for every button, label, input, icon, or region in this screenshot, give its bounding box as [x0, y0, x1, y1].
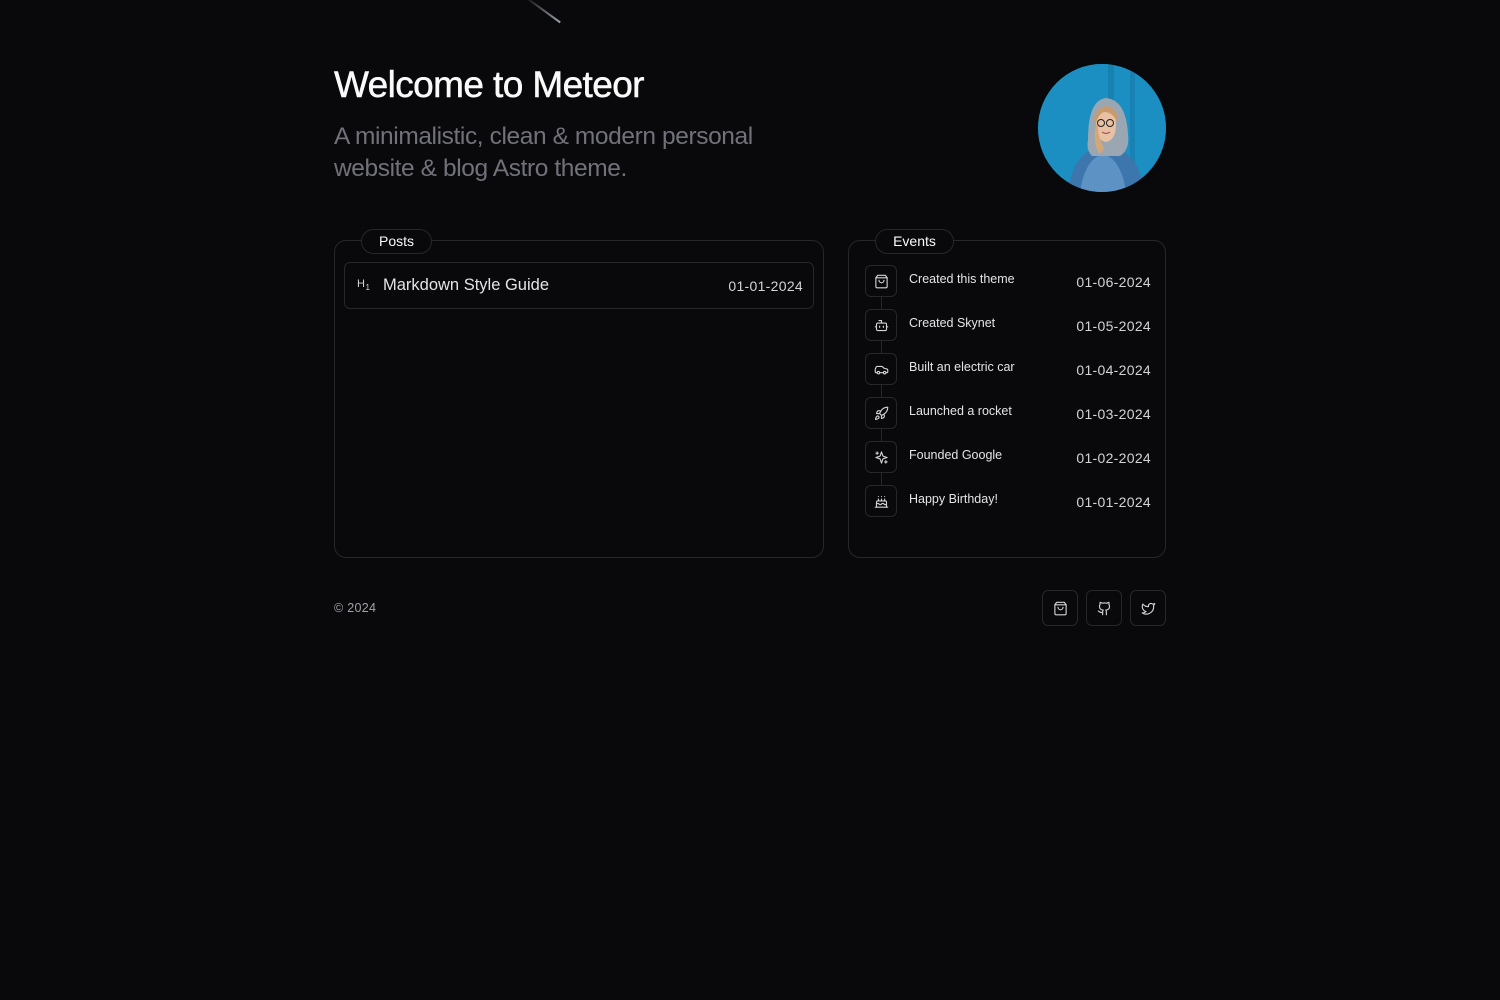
event-item: Happy Birthday! 01-01-2024 [865, 483, 1151, 527]
github-link[interactable] [1086, 590, 1122, 626]
shopping-bag-icon [1053, 601, 1067, 615]
bot-icon [865, 309, 897, 341]
event-label: Built an electric car [909, 360, 1015, 374]
github-icon [1097, 601, 1110, 615]
avatar-portrait [1038, 64, 1166, 192]
event-label: Founded Google [909, 448, 1003, 462]
events-heading: Events [875, 229, 954, 254]
twitter-icon [1141, 602, 1155, 615]
hero-section: Welcome to Meteor A minimalistic, clean … [334, 64, 1166, 194]
event-date: 01-01-2024 [1076, 494, 1151, 510]
event-date: 01-05-2024 [1076, 318, 1151, 334]
copyright: © 2024 [334, 601, 377, 615]
event-label: Launched a rocket [909, 404, 1012, 418]
event-item: Built an electric car 01-04-2024 [865, 351, 1151, 395]
event-date: 01-02-2024 [1076, 450, 1151, 466]
event-item: Founded Google 01-02-2024 [865, 439, 1151, 483]
page-container: Welcome to Meteor A minimalistic, clean … [334, 0, 1166, 1000]
event-label: Created this theme [909, 272, 1015, 286]
event-label: Created Skynet [909, 316, 996, 330]
post-date: 01-01-2024 [728, 278, 803, 294]
avatar [1038, 64, 1166, 192]
twitter-link[interactable] [1130, 590, 1166, 626]
cake-icon [865, 485, 897, 517]
shopping-bag-icon [865, 265, 897, 297]
footer: © 2024 [334, 590, 1166, 626]
page-subtitle: A minimalistic, clean & modern personal … [334, 123, 753, 182]
event-item: Launched a rocket 01-03-2024 [865, 395, 1151, 439]
post-item[interactable]: H1 Markdown Style Guide 01-01-2024 [344, 262, 814, 309]
event-item: Created Skynet 01-05-2024 [865, 307, 1151, 351]
car-icon [865, 353, 897, 385]
event-item: Created this theme 01-06-2024 [865, 263, 1151, 307]
posts-heading: Posts [361, 229, 432, 254]
posts-card: Posts H1 Markdown Style Guide 01-01-2024 [334, 229, 824, 558]
event-date: 01-06-2024 [1076, 274, 1151, 290]
sparkles-icon [865, 441, 897, 473]
social-links [1042, 590, 1166, 626]
rocket-icon [865, 397, 897, 429]
event-date: 01-04-2024 [1076, 362, 1151, 378]
page-title: Welcome to Meteor [334, 64, 645, 106]
event-label: Happy Birthday! [909, 492, 998, 506]
shop-link[interactable] [1042, 590, 1078, 626]
post-title: Markdown Style Guide [383, 276, 549, 294]
heading-1-icon: H1 [357, 278, 371, 293]
events-list: Created this theme 01-06-2024 Created Sk… [865, 263, 1151, 527]
event-date: 01-03-2024 [1076, 406, 1151, 422]
events-card: Events Created this theme 01-06-2024 Cre… [848, 229, 1166, 558]
